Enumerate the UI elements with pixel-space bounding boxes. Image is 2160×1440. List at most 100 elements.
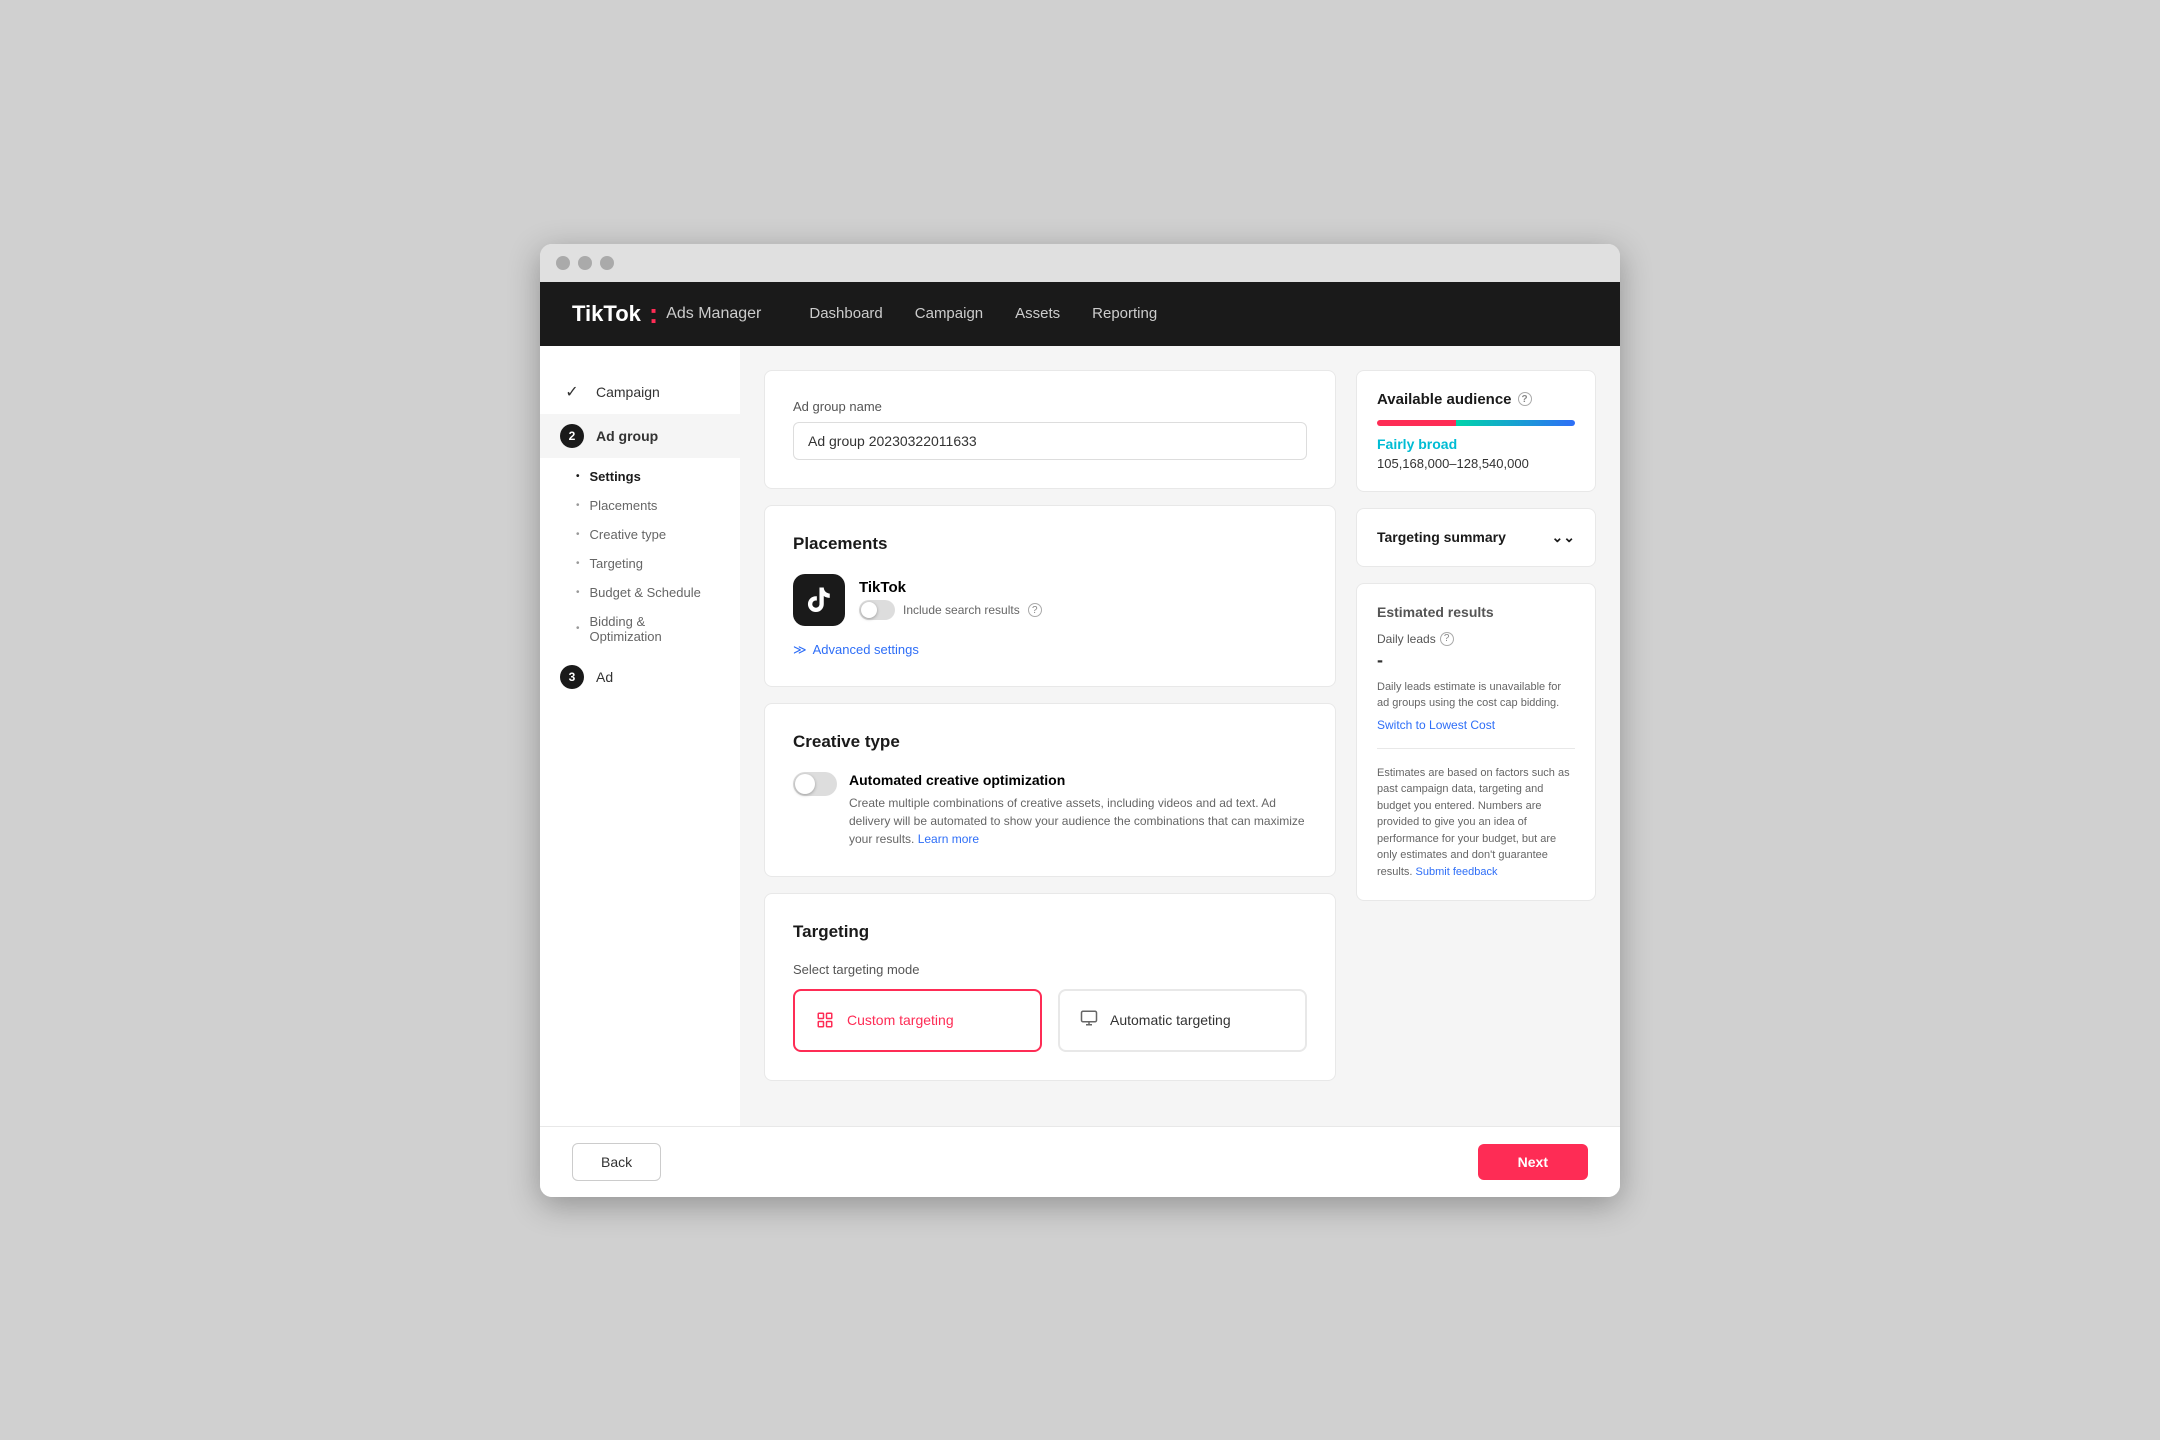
sidebar-sub-targeting[interactable]: Targeting: [540, 549, 740, 578]
audience-range-value: 105,168,000–128,540,000: [1377, 456, 1575, 471]
daily-leads-note: Daily leads estimate is unavailable for …: [1377, 679, 1575, 712]
sidebar-sub-label-targeting: Targeting: [590, 556, 643, 571]
traffic-light-maximize: [600, 256, 614, 270]
sidebar-item-campaign[interactable]: ✓ Campaign: [540, 370, 740, 414]
daily-leads-value: -: [1377, 650, 1575, 671]
available-audience-label: Available audience: [1377, 391, 1512, 408]
targeting-section: Select targeting mode: [793, 962, 1307, 1052]
advanced-settings-link[interactable]: ≫ Advanced settings: [793, 642, 1307, 658]
creative-type-card: Creative type Automated creative optimiz…: [764, 703, 1336, 877]
nav-item-assets[interactable]: Assets: [1015, 305, 1060, 323]
tiktok-toggle-row: Include search results ?: [859, 600, 1042, 620]
targeting-summary-card: Targeting summary ⌄⌄: [1356, 508, 1596, 567]
creative-type-title: Creative type: [793, 732, 1307, 752]
creative-toggle-label: Automated creative optimization: [849, 772, 1307, 788]
check-icon: ✓: [560, 380, 584, 404]
targeting-title: Targeting: [793, 922, 1307, 942]
creative-row: Automated creative optimization Create m…: [793, 772, 1307, 848]
ad-group-name-input[interactable]: [793, 422, 1307, 460]
logo: TikTok: Ads Manager: [572, 300, 761, 328]
include-search-label: Include search results: [903, 603, 1020, 617]
browser-chrome: [540, 244, 1620, 282]
sidebar-sub-label-creative-type: Creative type: [590, 527, 667, 542]
automatic-targeting-option[interactable]: Automatic targeting: [1058, 989, 1307, 1052]
step-number-ad: 3: [560, 665, 584, 689]
available-audience-card: Available audience ? Fairly broad 105,16…: [1356, 370, 1596, 492]
tiktok-app-icon: [793, 574, 845, 626]
ad-group-name-card: Ad group name: [764, 370, 1336, 489]
browser-window: TikTok: Ads Manager Dashboard Campaign A…: [540, 244, 1620, 1197]
tiktok-placement-info: TikTok Include search results ?: [859, 579, 1042, 620]
nav-item-campaign[interactable]: Campaign: [915, 305, 983, 323]
targeting-options: Custom targeting Au: [793, 989, 1307, 1052]
sidebar-item-label-campaign: Campaign: [596, 384, 660, 400]
nav-item-dashboard[interactable]: Dashboard: [809, 305, 882, 323]
nav-link-dashboard[interactable]: Dashboard: [809, 305, 882, 322]
sidebar-sub-menu: Settings Placements Creative type Target…: [540, 458, 740, 655]
placements-card: Placements TikTok Include search results: [764, 505, 1336, 687]
daily-leads-text: Daily leads: [1377, 632, 1436, 646]
sidebar-item-ad[interactable]: 3 Ad: [540, 655, 740, 699]
estimates-note: Estimates are based on factors such as p…: [1377, 765, 1575, 881]
creative-description: Create multiple combinations of creative…: [849, 794, 1307, 848]
estimated-results-title: Estimated results: [1377, 604, 1575, 620]
sidebar-sub-creative-type[interactable]: Creative type: [540, 520, 740, 549]
sidebar-sub-label-settings: Settings: [590, 469, 641, 484]
include-search-toggle[interactable]: [859, 600, 895, 620]
creative-learn-more-link[interactable]: Learn more: [918, 832, 979, 846]
nav-item-reporting[interactable]: Reporting: [1092, 305, 1157, 323]
available-audience-title: Available audience ?: [1377, 391, 1575, 408]
submit-feedback-link[interactable]: Submit feedback: [1416, 866, 1498, 878]
back-button[interactable]: Back: [572, 1143, 661, 1181]
nav-links: Dashboard Campaign Assets Reporting: [809, 305, 1157, 323]
custom-targeting-icon: [815, 1010, 835, 1030]
select-targeting-mode-label: Select targeting mode: [793, 962, 1307, 977]
sidebar-sub-settings[interactable]: Settings: [540, 462, 740, 491]
advanced-settings-chevron: ≫: [793, 642, 807, 658]
custom-targeting-label: Custom targeting: [847, 1012, 954, 1028]
sidebar-item-label-adgroup: Ad group: [596, 428, 658, 444]
logo-tiktok-text: TikTok: [572, 301, 641, 327]
creative-optimization-toggle[interactable]: [793, 772, 837, 796]
creative-text: Automated creative optimization Create m…: [849, 772, 1307, 848]
sidebar: ✓ Campaign 2 Ad group Settings Placement…: [540, 346, 740, 1126]
targeting-summary-header[interactable]: Targeting summary ⌄⌄: [1377, 529, 1575, 546]
sidebar-sub-label-placements: Placements: [590, 498, 658, 513]
step-number-adgroup: 2: [560, 424, 584, 448]
include-search-info-icon[interactable]: ?: [1028, 603, 1042, 617]
logo-ads-text: Ads Manager: [666, 305, 761, 323]
right-panel: Available audience ? Fairly broad 105,16…: [1356, 370, 1596, 1102]
switch-to-lowest-cost-link[interactable]: Switch to Lowest Cost: [1377, 718, 1575, 732]
automatic-targeting-icon: [1080, 1009, 1098, 1032]
sidebar-sub-label-budget-schedule: Budget & Schedule: [590, 585, 701, 600]
targeting-summary-title: Targeting summary: [1377, 529, 1506, 545]
sidebar-item-label-ad: Ad: [596, 669, 613, 685]
sidebar-sub-placements[interactable]: Placements: [540, 491, 740, 520]
bottom-bar: Back Next: [540, 1126, 1620, 1197]
advanced-settings-label: Advanced settings: [813, 642, 919, 657]
nav-link-reporting[interactable]: Reporting: [1092, 305, 1157, 322]
nav-link-campaign[interactable]: Campaign: [915, 305, 983, 322]
targeting-summary-chevron: ⌄⌄: [1552, 529, 1575, 546]
sidebar-sub-budget-schedule[interactable]: Budget & Schedule: [540, 578, 740, 607]
separator: [1377, 748, 1575, 749]
sidebar-sub-label-bidding: Bidding & Optimization: [590, 614, 720, 644]
traffic-light-close: [556, 256, 570, 270]
custom-targeting-option[interactable]: Custom targeting: [793, 989, 1042, 1052]
next-button[interactable]: Next: [1478, 1144, 1588, 1180]
estimated-results-card: Estimated results Daily leads ? - Daily …: [1356, 583, 1596, 902]
main-layout: ✓ Campaign 2 Ad group Settings Placement…: [540, 346, 1620, 1126]
sidebar-sub-bidding[interactable]: Bidding & Optimization: [540, 607, 740, 651]
targeting-card: Targeting Select targeting mode: [764, 893, 1336, 1081]
content-area: Ad group name Placements TikTok: [740, 346, 1620, 1126]
available-audience-info-icon[interactable]: ?: [1518, 392, 1532, 406]
top-nav: TikTok: Ads Manager Dashboard Campaign A…: [540, 282, 1620, 346]
sidebar-item-adgroup[interactable]: 2 Ad group: [540, 414, 740, 458]
ad-group-name-label: Ad group name: [793, 399, 1307, 414]
daily-leads-info-icon[interactable]: ?: [1440, 632, 1454, 646]
tiktok-placement-name: TikTok: [859, 579, 1042, 596]
nav-link-assets[interactable]: Assets: [1015, 305, 1060, 322]
logo-dot: :: [649, 300, 658, 328]
traffic-light-minimize: [578, 256, 592, 270]
audience-breadth-label: Fairly broad: [1377, 436, 1575, 452]
